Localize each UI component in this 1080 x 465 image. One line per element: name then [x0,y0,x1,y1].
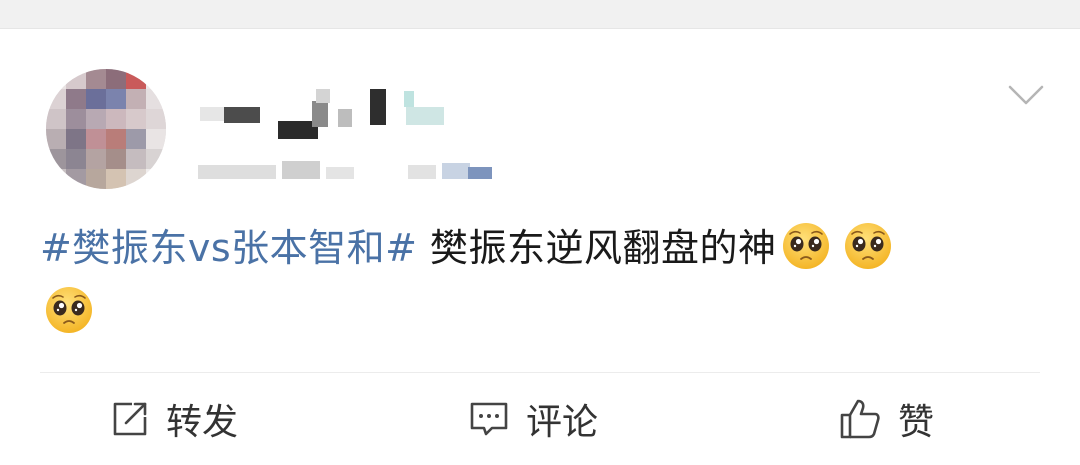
comment-label: 评论 [526,402,599,443]
avatar[interactable] [46,69,166,189]
chevron-down-icon[interactable] [1006,81,1046,109]
avatar-mosaic [46,69,166,189]
repost-button[interactable]: 转发 [110,391,238,447]
pleading-face-emoji-icon [46,287,92,333]
action-bar: 转发 评论 赞 [0,373,1080,465]
comment-icon [470,402,508,436]
like-label: 赞 [898,402,935,443]
repost-icon [113,402,147,436]
pleading-face-emoji-icon [844,223,891,269]
like-button[interactable]: 赞 [838,391,934,447]
hashtag-link[interactable]: #樊振东vs张本智和# [40,226,417,270]
post-card: #樊振东vs张本智和# 樊振东逆风翻盘的神 转发 评论 赞 [0,29,1080,465]
post-content: #樊振东vs张本智和# 樊振东逆风翻盘的神 [40,216,1040,344]
comment-button[interactable]: 评论 [468,391,598,447]
username-blurred[interactable] [200,89,450,141]
top-strip [0,0,1080,29]
repost-label: 转发 [166,402,239,443]
thumbs-up-icon [840,399,880,439]
post-meta-blurred [198,157,498,185]
pleading-face-emoji-icon [782,223,829,269]
post-text: 樊振东逆风翻盘的神 [417,226,777,270]
